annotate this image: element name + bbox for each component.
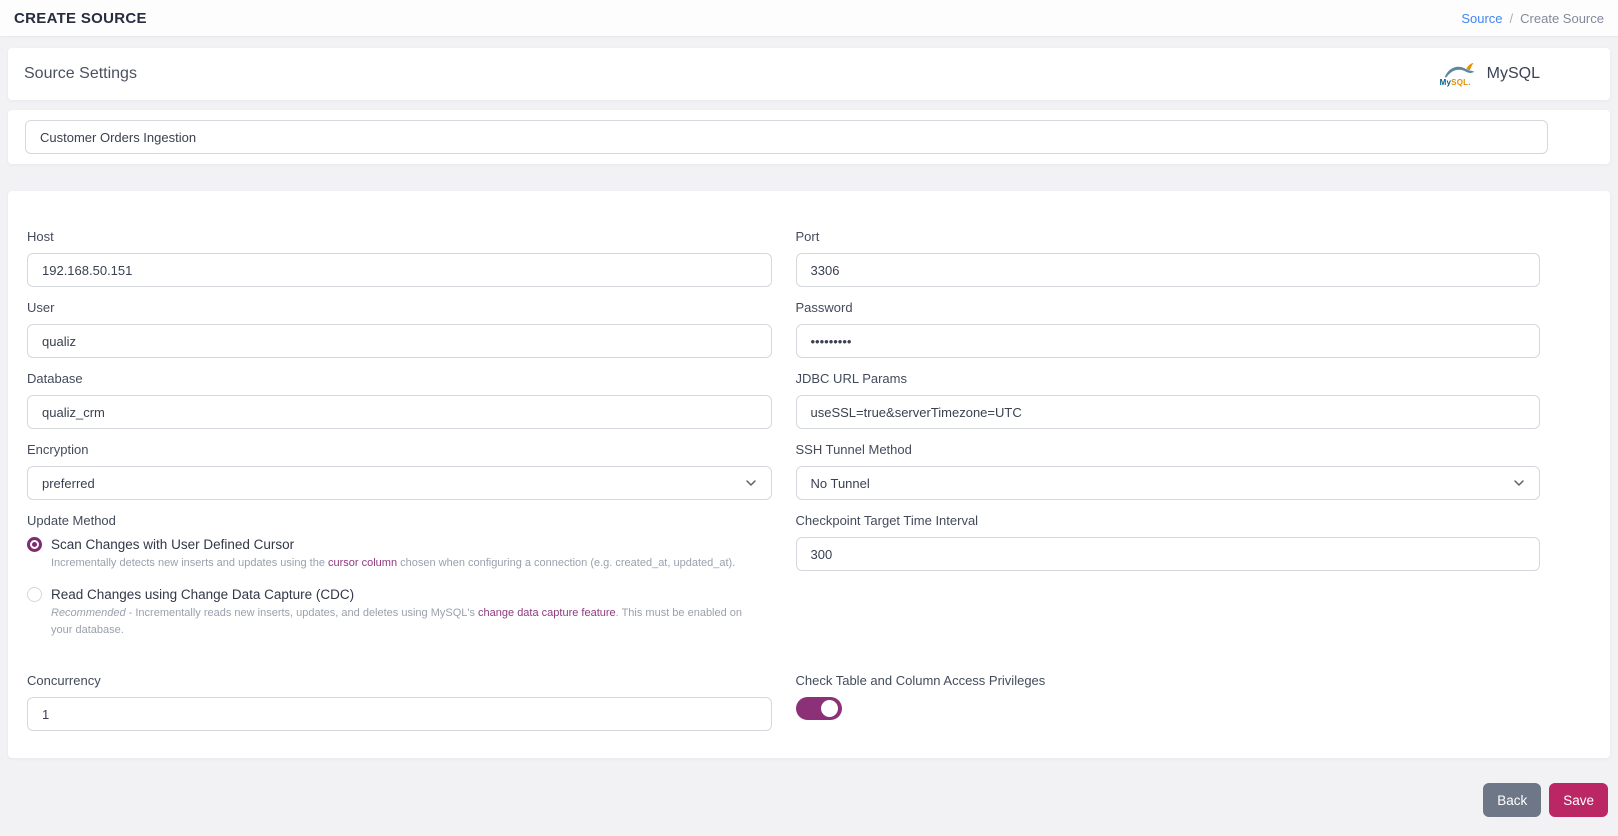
checkpoint-input[interactable] bbox=[795, 537, 1540, 571]
concurrency-field-group: Concurrency bbox=[27, 673, 772, 732]
concurrency-input[interactable] bbox=[27, 697, 772, 732]
host-label: Host bbox=[27, 229, 54, 244]
radio-cursor[interactable]: Scan Changes with User Defined Cursor bbox=[27, 537, 772, 552]
source-name-input[interactable] bbox=[25, 120, 1548, 154]
connector-name: MySQL bbox=[1486, 65, 1540, 82]
radio-selected-icon[interactable] bbox=[27, 537, 42, 552]
ssh-selected-value: No Tunnel bbox=[810, 475, 870, 491]
database-label: Database bbox=[27, 371, 83, 386]
database-input[interactable] bbox=[27, 395, 772, 429]
port-label: Port bbox=[795, 229, 820, 244]
password-label: Password bbox=[795, 300, 853, 315]
jdbc-label: JDBC URL Params bbox=[795, 371, 907, 386]
save-button[interactable]: Save bbox=[1549, 783, 1608, 818]
ssh-tunnel-select[interactable]: No Tunnel bbox=[795, 466, 1540, 500]
chevron-down-icon bbox=[1513, 477, 1525, 489]
privileges-toggle-label: Check Table and Column Access Privileges bbox=[795, 673, 1046, 689]
encryption-field-group: Encryption preferred bbox=[27, 442, 772, 500]
user-field-group: User bbox=[27, 300, 772, 358]
password-field-group: Password bbox=[795, 300, 1540, 358]
host-input[interactable] bbox=[27, 253, 772, 287]
checkpoint-label: Checkpoint Target Time Interval bbox=[795, 513, 979, 528]
encryption-select[interactable]: preferred bbox=[27, 466, 772, 500]
mysql-logo-icon: MySQL. bbox=[1440, 61, 1478, 87]
cursor-column-link[interactable]: cursor column bbox=[328, 557, 397, 569]
source-name-card bbox=[8, 110, 1610, 164]
source-settings-title: Source Settings bbox=[24, 65, 137, 82]
user-input[interactable] bbox=[27, 324, 772, 358]
breadcrumb-current: Create Source bbox=[1520, 10, 1604, 26]
checkpoint-field-group: Checkpoint Target Time Interval bbox=[795, 513, 1540, 660]
radio-cdc[interactable]: Read Changes using Change Data Capture (… bbox=[27, 587, 772, 603]
toggle-knob bbox=[820, 700, 838, 718]
ssh-label: SSH Tunnel Method bbox=[795, 442, 912, 457]
breadcrumb-source-link[interactable]: Source bbox=[1461, 11, 1502, 26]
concurrency-label: Concurrency bbox=[27, 673, 101, 689]
top-bar: CREATE SOURCE Source / Create Source bbox=[0, 0, 1618, 36]
mysql-logo-wordmark: MySQL. bbox=[1439, 78, 1471, 87]
encryption-selected-value: preferred bbox=[42, 475, 95, 491]
radio-cdc-title: Read Changes using Change Data Capture (… bbox=[51, 587, 355, 603]
back-button[interactable]: Back bbox=[1483, 783, 1542, 818]
footer-actions: Back Save bbox=[0, 783, 1608, 818]
ssh-field-group: SSH Tunnel Method No Tunnel bbox=[795, 442, 1540, 500]
radio-cursor-description: Incrementally detects new inserts and up… bbox=[51, 557, 736, 569]
radio-cdc-description: Recommended - Incrementally reads new in… bbox=[51, 607, 743, 637]
host-field-group: Host bbox=[27, 229, 772, 287]
privileges-field-group: Check Table and Column Access Privileges bbox=[795, 673, 1541, 731]
connector-info: MySQL. MySQL bbox=[1440, 61, 1540, 87]
jdbc-input[interactable] bbox=[795, 395, 1540, 429]
radio-cursor-title: Scan Changes with User Defined Cursor bbox=[51, 537, 295, 552]
breadcrumb: Source / Create Source bbox=[1461, 11, 1604, 26]
port-input[interactable] bbox=[795, 253, 1540, 287]
page-title: CREATE SOURCE bbox=[14, 9, 147, 27]
source-settings-card: Source Settings MySQL. MySQL bbox=[8, 48, 1610, 100]
update-method-group: Update Method Scan Changes with User Def… bbox=[27, 513, 772, 660]
connection-form-card: Host Port User Password Database JDBC UR… bbox=[8, 191, 1610, 759]
privileges-toggle[interactable] bbox=[795, 697, 842, 721]
user-label: User bbox=[27, 300, 55, 315]
port-field-group: Port bbox=[795, 229, 1540, 287]
update-method-option-cdc: Read Changes using Change Data Capture (… bbox=[27, 587, 772, 639]
database-field-group: Database bbox=[27, 371, 772, 429]
cdc-feature-link[interactable]: change data capture feature bbox=[478, 607, 616, 619]
chevron-down-icon bbox=[745, 477, 757, 489]
breadcrumb-separator: / bbox=[1509, 10, 1514, 26]
encryption-label: Encryption bbox=[27, 442, 89, 457]
radio-unselected-icon[interactable] bbox=[27, 587, 42, 603]
update-method-label: Update Method bbox=[27, 513, 116, 528]
jdbc-field-group: JDBC URL Params bbox=[795, 371, 1540, 429]
password-input[interactable] bbox=[795, 324, 1540, 358]
update-method-option-cursor: Scan Changes with User Defined Cursor In… bbox=[27, 537, 772, 572]
